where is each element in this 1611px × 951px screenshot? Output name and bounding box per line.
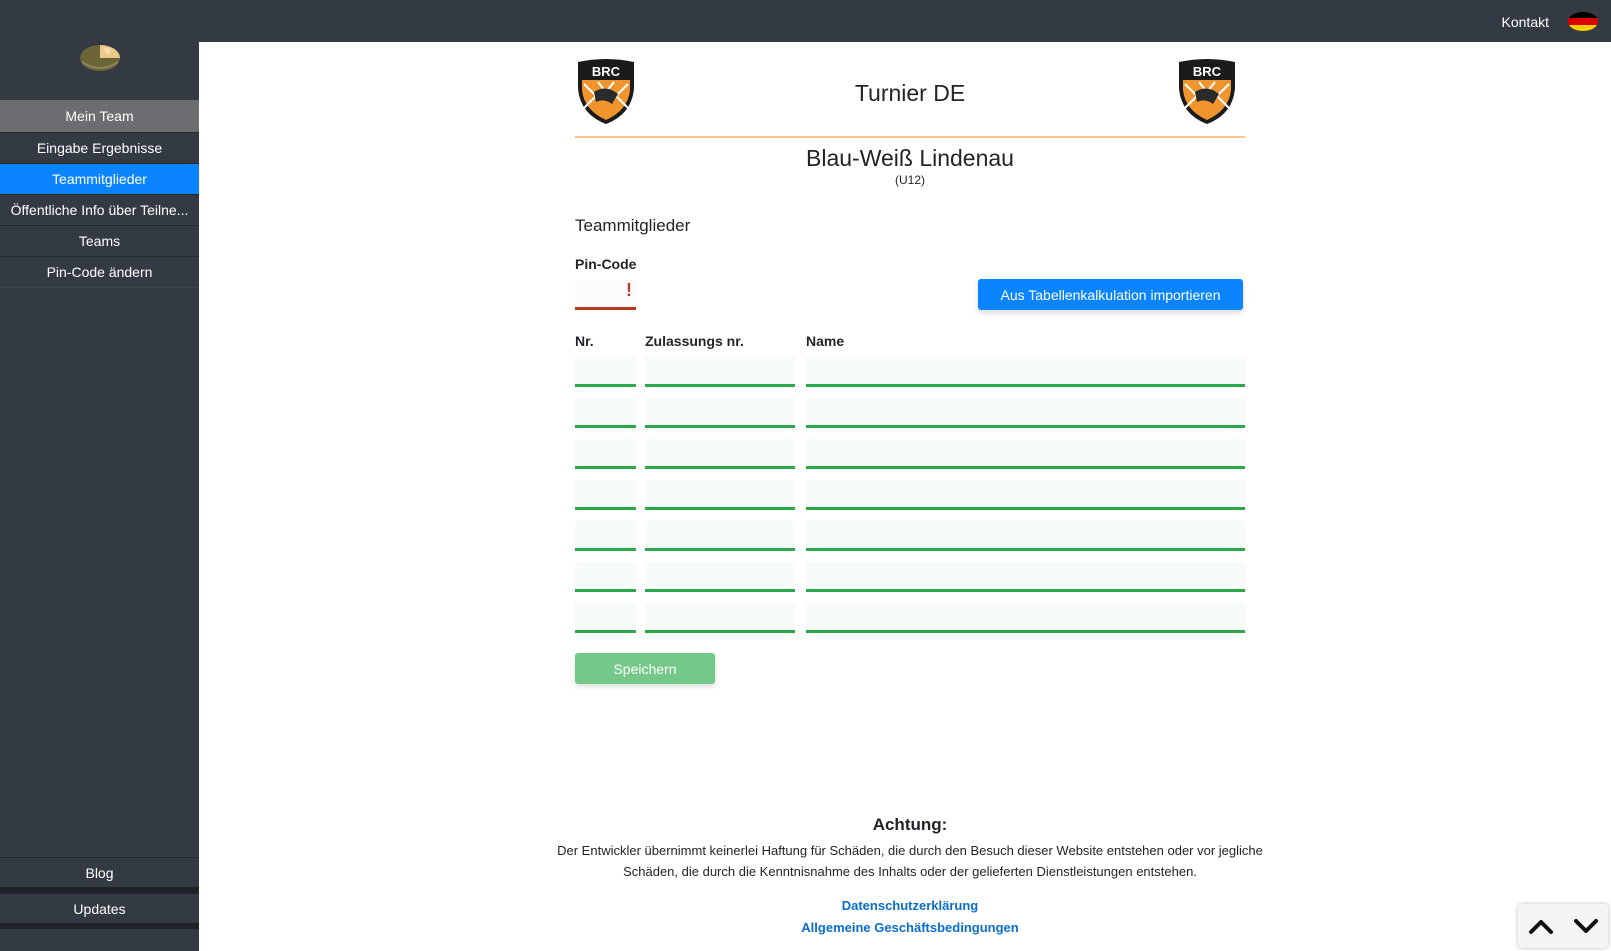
- import-spreadsheet-button[interactable]: Aus Tabellenkalkulation importieren: [978, 279, 1243, 310]
- sidebar-item-teammitglieder[interactable]: Teammitglieder: [0, 164, 199, 195]
- pin-error-icon: !: [626, 280, 632, 300]
- sidebar-item-blog[interactable]: Blog: [0, 857, 199, 893]
- disclaimer-heading: Achtung:: [872, 815, 948, 834]
- sidebar-item-oeffentliche-info[interactable]: Öffentliche Info über Teilne...: [0, 195, 199, 226]
- scroll-controls: [1518, 904, 1608, 948]
- crest-logo-text: BRC: [1193, 64, 1222, 79]
- team-name: Blau-Weiß Lindenau: [806, 145, 1014, 171]
- zulassung-input[interactable]: [645, 398, 795, 428]
- zulassung-input[interactable]: [645, 439, 795, 469]
- nr-input[interactable]: [575, 603, 636, 633]
- sidebar: Mein Team Eingabe Ergebnisse Teammitglie…: [0, 0, 199, 951]
- zulassung-input[interactable]: [645, 480, 795, 510]
- disclaimer-line-2: Schäden, die durch die Kenntnisnahme des…: [623, 864, 1197, 879]
- header-divider: [575, 136, 1245, 138]
- nr-input[interactable]: [575, 439, 636, 469]
- sidebar-item-updates[interactable]: Updates: [0, 893, 199, 929]
- nr-input[interactable]: [575, 398, 636, 428]
- name-input[interactable]: [806, 439, 1245, 469]
- sidebar-item-pin-code-aendern[interactable]: Pin-Code ändern: [0, 257, 199, 288]
- disclaimer-text: Der Entwickler übernimmt keinerlei Haftu…: [520, 840, 1300, 882]
- zulassung-input[interactable]: [645, 357, 795, 387]
- terms-link[interactable]: Allgemeine Geschäftsbedingungen: [520, 920, 1300, 935]
- sidebar-item-teams[interactable]: Teams: [0, 226, 199, 257]
- contact-link[interactable]: Kontakt: [1502, 14, 1549, 30]
- privacy-link[interactable]: Datenschutzerklärung: [520, 898, 1300, 913]
- zulassung-input[interactable]: [645, 603, 795, 633]
- german-flag-icon[interactable]: [1568, 12, 1598, 31]
- scroll-up-icon[interactable]: [1527, 916, 1555, 936]
- column-header-nr: Nr.: [575, 333, 594, 349]
- page-title: Turnier DE: [854, 80, 966, 106]
- section-title: Teammitglieder: [575, 216, 691, 235]
- sidebar-nav: Mein Team Eingabe Ergebnisse Teammitglie…: [0, 100, 199, 288]
- name-input[interactable]: [806, 521, 1245, 551]
- column-header-zulassung: Zulassungs nr.: [645, 333, 744, 349]
- sidebar-item-mein-team[interactable]: Mein Team: [0, 100, 199, 133]
- scroll-down-icon[interactable]: [1572, 916, 1600, 936]
- zulassung-input[interactable]: [645, 562, 795, 592]
- name-input[interactable]: [806, 480, 1245, 510]
- zulassung-input[interactable]: [645, 521, 795, 551]
- sidebar-item-eingabe-ergebnisse[interactable]: Eingabe Ergebnisse: [0, 133, 199, 164]
- save-button[interactable]: Speichern: [575, 653, 715, 684]
- sidebar-bottom-nav: Blog Updates: [0, 857, 199, 929]
- name-input[interactable]: [806, 603, 1245, 633]
- disclaimer-line-1: Der Entwickler übernimmt keinerlei Haftu…: [557, 843, 1263, 858]
- column-header-name: Name: [806, 333, 845, 349]
- nr-input[interactable]: [575, 521, 636, 551]
- app-logo-icon[interactable]: [78, 40, 122, 74]
- name-input[interactable]: [806, 357, 1245, 387]
- nr-input[interactable]: [575, 562, 636, 592]
- nr-input[interactable]: [575, 357, 636, 387]
- name-input[interactable]: [806, 398, 1245, 428]
- top-bar: Kontakt: [199, 0, 1611, 42]
- pin-code-label: Pin-Code: [575, 256, 637, 272]
- team-category: (U12): [894, 173, 925, 187]
- crest-logo-text: BRC: [592, 64, 621, 79]
- name-input[interactable]: [806, 562, 1245, 592]
- nr-input[interactable]: [575, 480, 636, 510]
